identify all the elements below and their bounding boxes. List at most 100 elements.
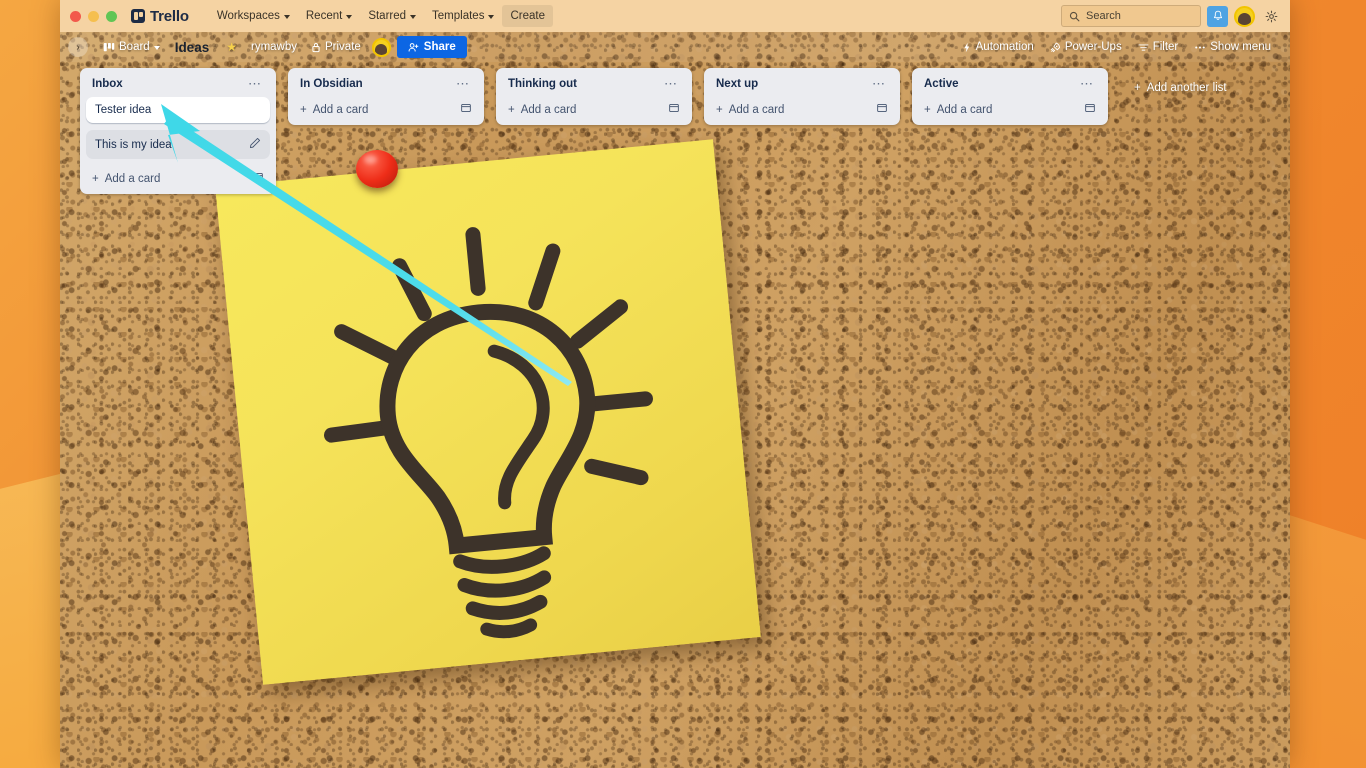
nav-item-recent[interactable]: Recent	[298, 5, 360, 27]
nav-item-templates[interactable]: Templates	[424, 5, 502, 27]
board-header-actions: Automation Power-Ups Filter Show menu	[955, 37, 1278, 57]
list-header: Inbox ⋯	[86, 75, 270, 97]
template-icon	[1085, 103, 1095, 113]
plus-icon: +	[1134, 82, 1141, 94]
share-button-label: Share	[423, 41, 456, 53]
nav-item-starred-label: Starred	[368, 10, 407, 22]
list-header: Thinking out ⋯	[502, 75, 686, 97]
card-template-button[interactable]	[668, 102, 680, 117]
add-card-row[interactable]: + Add a card	[294, 97, 478, 120]
filter-button[interactable]: Filter	[1131, 37, 1186, 57]
nav-item-workspaces[interactable]: Workspaces	[209, 5, 298, 27]
power-ups-label: Power-Ups	[1064, 41, 1122, 53]
board-visibility[interactable]: Private	[304, 37, 368, 57]
add-another-list-button[interactable]: + Add another list	[1124, 74, 1237, 102]
search-input[interactable]: Search	[1061, 5, 1201, 27]
chevron-down-icon	[283, 14, 290, 19]
settings-button[interactable]	[1261, 6, 1282, 27]
board-lists: Inbox ⋯ Tester idea This is my idea + Ad…	[80, 68, 1237, 194]
add-card-button[interactable]: + Add a card	[92, 173, 252, 185]
sticky-note	[215, 139, 761, 685]
list-actions-button[interactable]: ⋯	[454, 77, 472, 90]
power-ups-button[interactable]: Power-Ups	[1043, 37, 1129, 57]
filter-icon	[1138, 44, 1149, 51]
list-actions-button[interactable]: ⋯	[662, 77, 680, 90]
trello-logo[interactable]: Trello	[131, 8, 189, 25]
show-menu-label: Show menu	[1210, 41, 1271, 53]
add-card-row[interactable]: + Add a card	[918, 97, 1102, 120]
add-card-label: Add a card	[728, 103, 785, 116]
card-template-button[interactable]	[876, 102, 888, 117]
add-card-label: Add a card	[312, 103, 369, 116]
template-icon	[877, 103, 887, 113]
browser-window: Trello Workspaces Recent Starred Templat…	[60, 0, 1290, 768]
template-icon	[461, 103, 471, 113]
search-icon	[1069, 11, 1080, 21]
sidebar-toggle-button[interactable]: ›	[68, 37, 88, 57]
card-title: Tester idea	[95, 104, 152, 116]
list-actions-button[interactable]: ⋯	[246, 77, 264, 90]
add-card-label: Add a card	[520, 103, 577, 116]
window-traffic-lights	[70, 10, 117, 22]
card-template-button[interactable]	[1084, 102, 1096, 117]
card-tester-idea[interactable]: Tester idea	[86, 97, 270, 123]
gear-icon	[1265, 10, 1278, 22]
star-board-button[interactable]: ★	[219, 36, 244, 58]
notifications-button[interactable]	[1207, 5, 1228, 27]
add-card-row[interactable]: + Add a card	[502, 97, 686, 120]
window-close-button[interactable]	[70, 10, 81, 22]
trello-wordmark: Trello	[150, 7, 189, 25]
list-title[interactable]: Inbox	[92, 78, 246, 90]
add-card-row[interactable]: + Add a card	[710, 97, 894, 120]
card-this-is-my-idea[interactable]: This is my idea	[86, 130, 270, 159]
card-template-button[interactable]	[460, 102, 472, 117]
lightbulb-drawing-icon	[323, 227, 653, 639]
show-menu-button[interactable]: Show menu	[1187, 37, 1278, 57]
avatar-face	[375, 43, 388, 55]
bell-icon	[1213, 10, 1222, 20]
edit-card-icon[interactable]	[249, 137, 261, 152]
plus-icon: +	[300, 103, 307, 116]
page-title[interactable]: Ideas	[167, 37, 218, 58]
list-in-obsidian: In Obsidian ⋯ + Add a card	[288, 68, 484, 125]
list-actions-button[interactable]: ⋯	[1078, 77, 1096, 90]
search-placeholder: Search	[1086, 10, 1121, 22]
nav-item-templates-label: Templates	[432, 10, 485, 22]
user-avatar[interactable]	[1234, 5, 1255, 27]
card-template-button[interactable]	[252, 171, 264, 186]
nav-item-starred[interactable]: Starred	[360, 5, 424, 27]
add-card-button[interactable]: + Add a card	[300, 104, 460, 116]
workspace-name[interactable]: rymawby	[244, 37, 304, 57]
trello-mark-icon	[131, 9, 145, 23]
board-icon	[103, 42, 115, 51]
add-card-button[interactable]: + Add a card	[924, 104, 1084, 116]
list-header: Next up ⋯	[710, 75, 894, 97]
add-card-row[interactable]: + Add a card	[86, 166, 270, 189]
card-title: This is my idea	[95, 138, 172, 151]
add-card-button[interactable]: + Add a card	[716, 104, 876, 116]
list-actions-button[interactable]: ⋯	[870, 77, 888, 90]
star-icon: ★	[226, 40, 237, 54]
nav-item-workspaces-label: Workspaces	[216, 10, 280, 22]
add-card-button[interactable]: + Add a card	[508, 104, 668, 116]
list-title[interactable]: Thinking out	[508, 78, 662, 90]
chevron-down-icon	[346, 14, 353, 19]
add-another-list-label: Add another list	[1146, 82, 1227, 94]
window-minimize-button[interactable]	[88, 10, 99, 22]
window-zoom-button[interactable]	[106, 10, 117, 22]
filter-label: Filter	[1152, 41, 1179, 53]
workspace-name-label: rymawby	[250, 41, 297, 53]
share-button[interactable]: Share	[396, 36, 467, 58]
list-header: Active ⋯	[918, 75, 1102, 97]
list-title[interactable]: Active	[924, 78, 1078, 90]
board-member-avatar[interactable]	[371, 37, 391, 57]
list-inbox: Inbox ⋯ Tester idea This is my idea + Ad…	[80, 68, 276, 194]
automation-button[interactable]: Automation	[955, 37, 1041, 57]
list-title[interactable]: Next up	[716, 78, 870, 90]
chevron-down-icon	[410, 14, 417, 19]
create-button[interactable]: Create	[502, 5, 553, 27]
add-card-label: Add a card	[104, 172, 161, 185]
board-visibility-label: Private	[325, 41, 361, 53]
list-title[interactable]: In Obsidian	[300, 78, 454, 90]
board-view-switcher[interactable]: Board	[96, 37, 167, 57]
